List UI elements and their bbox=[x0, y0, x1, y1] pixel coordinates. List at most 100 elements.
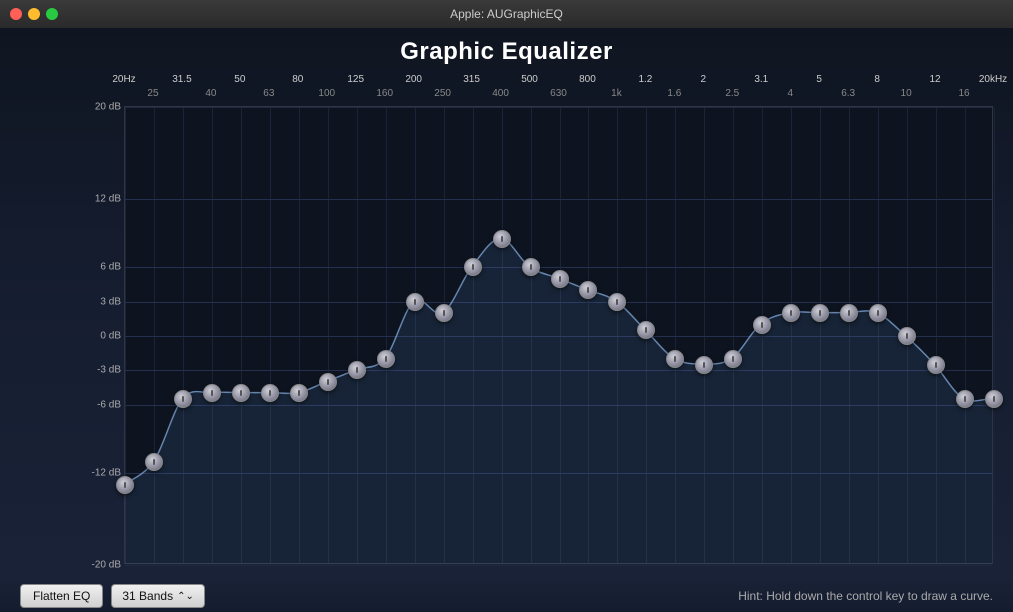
db-label: 0 dB bbox=[75, 331, 121, 342]
v-grid-line bbox=[444, 107, 445, 563]
eq-knob[interactable] bbox=[232, 384, 250, 402]
eq-knob[interactable] bbox=[261, 384, 279, 402]
h-grid-line bbox=[125, 107, 992, 108]
eq-knob[interactable] bbox=[608, 293, 626, 311]
freq-label-secondary: 63 bbox=[263, 88, 274, 100]
freq-label-primary: 12 bbox=[930, 74, 941, 86]
freq-label-secondary: 250 bbox=[434, 88, 451, 100]
v-grid-line bbox=[241, 107, 242, 563]
freq-label-primary: 8 bbox=[874, 74, 880, 86]
freq-label-primary: 2 bbox=[701, 74, 707, 86]
freq-label-primary: 125 bbox=[347, 74, 364, 86]
eq-knob[interactable] bbox=[319, 373, 337, 391]
bands-selector[interactable]: 31 Bands ⌃⌄ bbox=[111, 584, 204, 608]
db-label: 6 dB bbox=[75, 262, 121, 273]
freq-label-primary: 500 bbox=[521, 74, 538, 86]
db-label: 12 dB bbox=[75, 193, 121, 204]
eq-knob[interactable] bbox=[666, 350, 684, 368]
v-grid-line bbox=[270, 107, 271, 563]
eq-knob[interactable] bbox=[985, 390, 1003, 408]
eq-knob[interactable] bbox=[869, 304, 887, 322]
eq-knob[interactable] bbox=[290, 384, 308, 402]
eq-knob[interactable] bbox=[348, 361, 366, 379]
v-grid-line bbox=[212, 107, 213, 563]
h-grid-line bbox=[125, 267, 992, 268]
freq-label-primary: 50 bbox=[234, 74, 245, 86]
v-grid-line bbox=[617, 107, 618, 563]
db-label: -3 dB bbox=[75, 365, 121, 376]
freq-label-secondary: 160 bbox=[376, 88, 393, 100]
eq-knob[interactable] bbox=[724, 350, 742, 368]
page-title: Graphic Equalizer bbox=[20, 38, 993, 66]
eq-knob[interactable] bbox=[522, 258, 540, 276]
minimize-button[interactable] bbox=[28, 8, 40, 20]
db-label: -20 dB bbox=[75, 560, 121, 571]
freq-label-secondary: 4 bbox=[787, 88, 793, 100]
v-grid-line bbox=[994, 107, 995, 563]
grid-lines bbox=[125, 107, 992, 563]
eq-knob[interactable] bbox=[116, 476, 134, 494]
eq-knob[interactable] bbox=[579, 281, 597, 299]
eq-knob[interactable] bbox=[464, 258, 482, 276]
freq-label-primary: 5 bbox=[816, 74, 822, 86]
freq-label-secondary: 2.5 bbox=[725, 88, 739, 100]
freq-labels: 20Hz31.550801252003155008001.223.1581220… bbox=[72, 74, 993, 106]
eq-knob[interactable] bbox=[956, 390, 974, 408]
eq-knob[interactable] bbox=[695, 356, 713, 374]
v-grid-line bbox=[588, 107, 589, 563]
maximize-button[interactable] bbox=[46, 8, 58, 20]
chart-area[interactable]: 20 dB12 dB6 dB3 dB0 dB-3 dB-6 dB-12 dB-2… bbox=[124, 106, 993, 564]
freq-label-secondary: 630 bbox=[550, 88, 567, 100]
eq-knob[interactable] bbox=[840, 304, 858, 322]
freq-label-secondary: 25 bbox=[147, 88, 158, 100]
bands-label: 31 Bands bbox=[122, 589, 173, 603]
v-grid-line bbox=[473, 107, 474, 563]
eq-knob[interactable] bbox=[927, 356, 945, 374]
eq-knob[interactable] bbox=[493, 230, 511, 248]
eq-knob[interactable] bbox=[377, 350, 395, 368]
freq-label-primary: 80 bbox=[292, 74, 303, 86]
freq-label-secondary: 1.6 bbox=[667, 88, 681, 100]
v-grid-line bbox=[299, 107, 300, 563]
v-grid-line bbox=[415, 107, 416, 563]
freq-label-primary: 200 bbox=[405, 74, 422, 86]
eq-knob[interactable] bbox=[145, 453, 163, 471]
eq-knob[interactable] bbox=[782, 304, 800, 322]
eq-knob[interactable] bbox=[203, 384, 221, 402]
eq-knob[interactable] bbox=[753, 316, 771, 334]
v-grid-line bbox=[878, 107, 879, 563]
v-grid-line bbox=[502, 107, 503, 563]
close-button[interactable] bbox=[10, 8, 22, 20]
freq-label-secondary: 40 bbox=[205, 88, 216, 100]
eq-knob[interactable] bbox=[637, 321, 655, 339]
v-grid-line bbox=[125, 107, 126, 563]
eq-knob[interactable] bbox=[435, 304, 453, 322]
h-grid-line bbox=[125, 370, 992, 371]
eq-knob[interactable] bbox=[551, 270, 569, 288]
eq-knob[interactable] bbox=[898, 327, 916, 345]
freq-label-primary: 3.1 bbox=[754, 74, 768, 86]
flatten-eq-button[interactable]: Flatten EQ bbox=[20, 584, 103, 608]
freq-label-primary: 1.2 bbox=[638, 74, 652, 86]
eq-knob[interactable] bbox=[174, 390, 192, 408]
traffic-lights bbox=[10, 8, 58, 20]
v-grid-line bbox=[936, 107, 937, 563]
v-grid-line bbox=[560, 107, 561, 563]
h-grid-line bbox=[125, 336, 992, 337]
db-label: 20 dB bbox=[75, 102, 121, 113]
v-grid-line bbox=[733, 107, 734, 563]
freq-label-primary: 315 bbox=[463, 74, 480, 86]
eq-knob[interactable] bbox=[811, 304, 829, 322]
v-grid-line bbox=[183, 107, 184, 563]
h-grid-line bbox=[125, 565, 992, 566]
title-bar: Apple: AUGraphicEQ bbox=[0, 0, 1013, 28]
freq-label-secondary: 400 bbox=[492, 88, 509, 100]
freq-label-secondary: 1k bbox=[611, 88, 622, 100]
v-grid-line bbox=[791, 107, 792, 563]
v-grid-line bbox=[531, 107, 532, 563]
v-grid-line bbox=[965, 107, 966, 563]
eq-knob[interactable] bbox=[406, 293, 424, 311]
freq-label-secondary: 16 bbox=[958, 88, 969, 100]
main-content: Graphic Equalizer 20Hz31.550801252003155… bbox=[0, 28, 1013, 576]
db-label: -6 dB bbox=[75, 399, 121, 410]
